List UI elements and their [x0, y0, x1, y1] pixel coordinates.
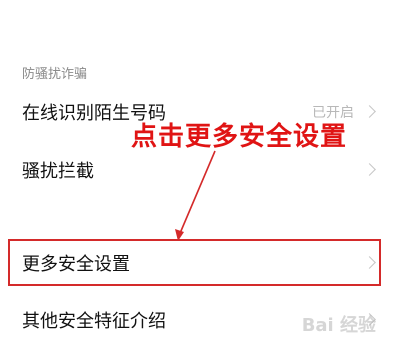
- annotation-arrow: [175, 150, 216, 241]
- watermark: Bai 经验: [301, 315, 376, 336]
- annotation-text: 点击更多安全设置: [131, 122, 348, 152]
